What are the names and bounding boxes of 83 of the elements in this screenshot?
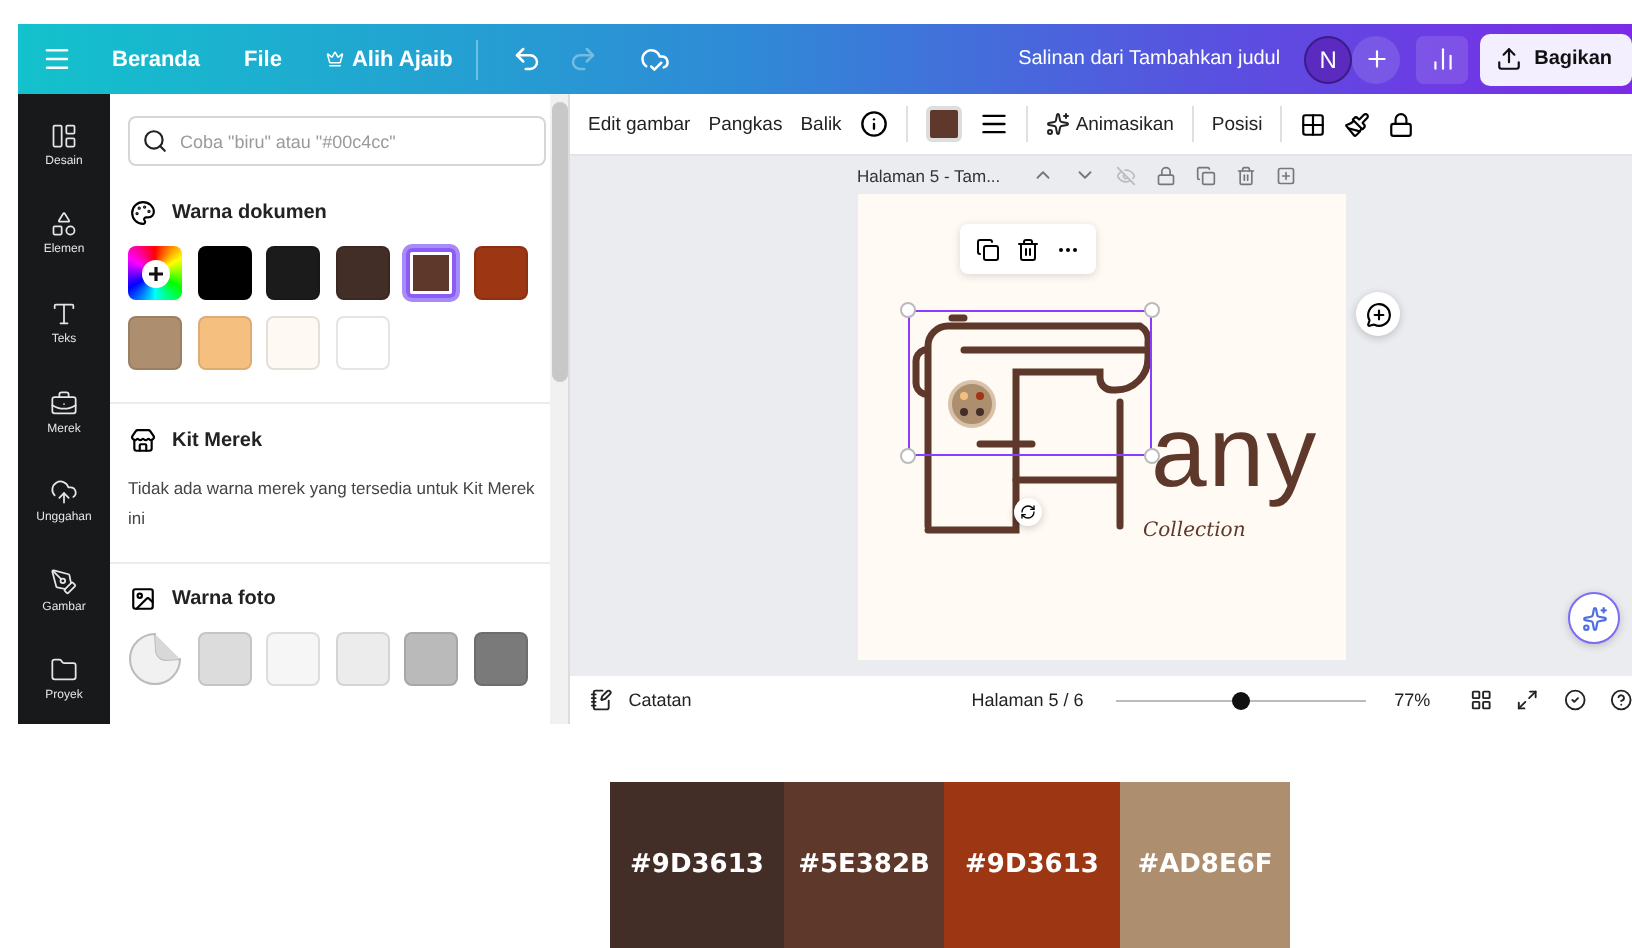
share-button[interactable]: Bagikan (1480, 33, 1632, 85)
logo-word: any (1151, 402, 1319, 502)
redo-icon (567, 44, 598, 74)
sidebar-icon (50, 210, 78, 239)
sidebar-icon (50, 299, 78, 328)
user-avatar[interactable]: N (1304, 35, 1353, 83)
cloud-check-icon (639, 44, 670, 74)
upload-icon (1496, 46, 1523, 72)
undo-icon (511, 44, 542, 74)
color-swatch[interactable] (266, 632, 320, 686)
color-swatch[interactable] (404, 246, 458, 300)
photo-colors-icon (130, 586, 156, 612)
info-icon[interactable] (859, 110, 888, 138)
color-swatch[interactable] (335, 246, 389, 300)
scrollbar-thumb[interactable] (551, 102, 567, 382)
color-swatch[interactable] (266, 246, 320, 300)
sparkle-icon (1581, 605, 1607, 631)
sidebar-icon (50, 121, 78, 150)
border-style-icon[interactable] (979, 110, 1008, 138)
search-field[interactable]: Coba "biru" atau "#00c4cc" (128, 116, 546, 166)
sparkle-icon (1045, 112, 1070, 136)
color-swatch[interactable] (128, 316, 182, 370)
hex-code: #5E382B (798, 850, 930, 880)
resize-handle[interactable] (899, 302, 915, 318)
color-swatch[interactable] (473, 632, 527, 686)
page-indicator: Halaman 5 / 6 (971, 690, 1084, 710)
brand-kit-message: Tidak ada warna merek yang tersedia untuk Kit Merek ini (128, 476, 537, 532)
crop-button[interactable]: Pangkas (708, 113, 783, 135)
resize-handle[interactable] (899, 448, 915, 464)
duplicate-icon[interactable] (975, 237, 999, 261)
edit-image-button[interactable]: Edit gambar (588, 113, 691, 135)
page-title: Halaman 5 - Tam... (857, 165, 1001, 185)
help-icon[interactable] (1609, 688, 1632, 712)
comment-plus-icon (1365, 301, 1391, 327)
resize-handle[interactable] (1143, 448, 1159, 464)
trash-icon[interactable] (1015, 237, 1039, 261)
crown-icon (325, 50, 344, 68)
sidebar-icon (50, 567, 78, 596)
brand-kit-icon (130, 428, 156, 454)
document-title: Salinan dari Tambahkan judul (1018, 48, 1281, 70)
rotate-icon (1019, 504, 1035, 520)
section-title: Warna dokumen (172, 202, 327, 224)
logo-tagline: Collection (1143, 520, 1246, 542)
document-colors-icon (130, 200, 156, 226)
hex-code: #9D3613 (965, 850, 1099, 880)
flip-button[interactable]: Balik (800, 113, 842, 135)
fill-color-button[interactable] (925, 106, 962, 142)
add-comment-button[interactable] (1356, 292, 1400, 336)
zoom-percentage: 77% (1394, 690, 1431, 710)
color-swatch[interactable] (266, 316, 320, 370)
bar-chart-icon (1429, 46, 1456, 72)
hex-code: #AD8E6F (1137, 850, 1273, 880)
check-icon[interactable] (1563, 688, 1586, 712)
lock-icon[interactable] (1388, 111, 1415, 137)
grid-view-icon[interactable] (1470, 688, 1493, 712)
color-swatch[interactable] (197, 246, 251, 300)
notes-button[interactable]: Catatan (628, 690, 692, 710)
hex-code: #9D3613 (630, 850, 764, 880)
position-button[interactable]: Posisi (1211, 113, 1263, 135)
section-title: Kit Merek (172, 430, 263, 452)
sidebar-icon (50, 656, 78, 685)
add-member-button[interactable] (1352, 35, 1401, 83)
magic-assistant-button[interactable] (1568, 592, 1620, 644)
animate-button[interactable]: Animasikan (1045, 112, 1174, 136)
color-swatch[interactable] (335, 316, 389, 370)
section-title: Warna foto (172, 588, 276, 610)
fullscreen-icon[interactable] (1516, 688, 1540, 712)
plus-icon (1363, 46, 1390, 72)
add-color-button[interactable] (128, 246, 182, 300)
insights-button[interactable] (1416, 35, 1469, 83)
sidebar-icon (50, 389, 78, 418)
color-swatch[interactable] (473, 246, 527, 300)
color-swatch[interactable] (197, 316, 251, 370)
resize-handle[interactable] (1143, 302, 1159, 318)
sidebar-icon (50, 478, 78, 507)
color-swatch[interactable] (404, 632, 458, 686)
color-swatch[interactable] (335, 632, 389, 686)
add-page-icon[interactable] (1276, 165, 1297, 185)
notes-icon[interactable] (590, 688, 613, 712)
zoom-slider-thumb[interactable] (1232, 691, 1251, 709)
color-swatch[interactable] (197, 632, 251, 686)
plus-icon (141, 259, 169, 287)
search-icon (142, 128, 168, 154)
